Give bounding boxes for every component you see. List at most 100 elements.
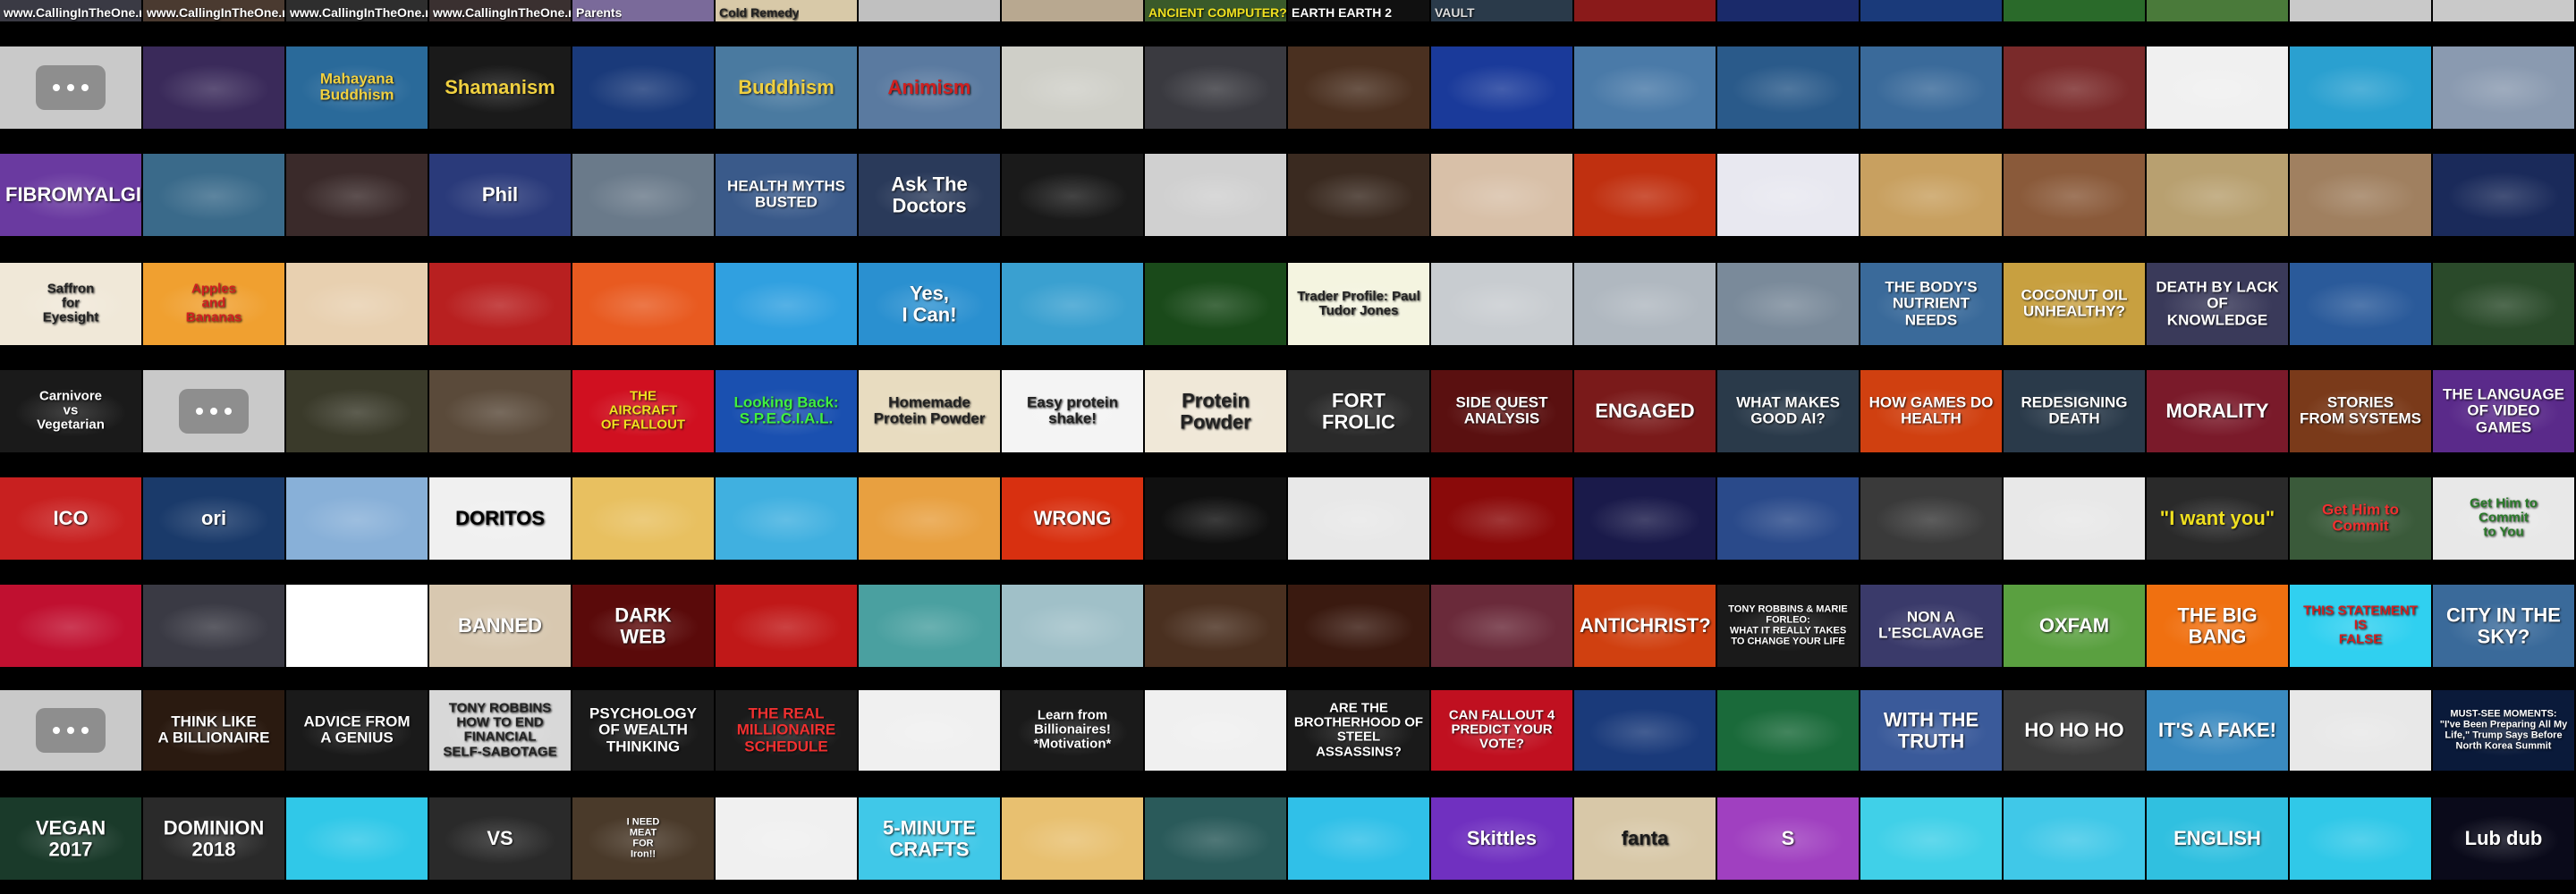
thumb-r0-c12[interactable] xyxy=(1717,0,1859,21)
history-of-life-thumb[interactable] xyxy=(2433,263,2574,345)
looking-back-special-thumb[interactable]: Looking Back: S.P.E.C.I.A.L. xyxy=(716,370,857,452)
callingintheone-thumb-3[interactable]: www.CallingInTheOne.net xyxy=(286,0,428,21)
cartoon-monster-thumb[interactable] xyxy=(572,263,714,345)
bodys-nutrient-needs-thumb[interactable]: THE BODY'S NUTRIENT NEEDS xyxy=(1860,263,2002,345)
frog-statue-thumb[interactable] xyxy=(859,585,1000,667)
lips-bite-thumb[interactable] xyxy=(2004,797,2145,880)
woman-smiling-thumb[interactable] xyxy=(859,477,1000,560)
elderly-woman-thumb[interactable] xyxy=(2433,46,2574,129)
shamanism-thumb[interactable]: Shamanism xyxy=(429,46,571,129)
skittles-thumb[interactable]: Skittles xyxy=(1431,797,1572,880)
i-need-meat-thumb[interactable]: I NEED MEAT FOR Iron!! xyxy=(572,797,714,880)
keeping-players-engaged-thumb[interactable]: ENGAGED xyxy=(1574,370,1716,452)
this-statement-is-false-thumb[interactable]: THIS STATEMENT IS FALSE xyxy=(2290,585,2431,667)
thumb-r0-c15[interactable] xyxy=(2147,0,2288,21)
must-see-moments-thumb[interactable]: MUST-SEE MOMENTS: "I've Been Preparing A… xyxy=(2433,690,2574,771)
stage-speaker-thumb[interactable] xyxy=(1574,477,1716,560)
woman-sitting-thumb[interactable] xyxy=(2290,154,2431,236)
body-scan-thumb[interactable] xyxy=(2290,46,2431,129)
fanta-thumb[interactable]: fanta xyxy=(1574,797,1716,880)
animism-thumb[interactable]: Animism xyxy=(859,46,1000,129)
fox-news-man-thumb[interactable] xyxy=(2433,154,2574,236)
saffron-eyesight-thumb[interactable]: Saffron for Eyesight xyxy=(0,263,141,345)
woman-interview-thumb[interactable] xyxy=(1145,46,1286,129)
national-geographic-thumb[interactable] xyxy=(2290,263,2431,345)
death-by-lack-thumb[interactable]: DEATH BY LACK OF KNOWLEDGE xyxy=(2147,263,2288,345)
can-fallout-4-predict-vote-thumb[interactable]: CAN FALLOUT 4 PREDICT YOUR VOTE? xyxy=(1431,690,1572,771)
cartoon-bird-thumb[interactable] xyxy=(716,263,857,345)
pixel-characters-thumb[interactable] xyxy=(286,477,428,560)
banned-thumb[interactable]: BANNED xyxy=(429,585,571,667)
ted-speaker-red-thumb[interactable] xyxy=(1431,477,1572,560)
golden-retriever-thumb[interactable] xyxy=(1860,154,2002,236)
language-of-video-games-thumb[interactable]: THE LANGUAGE OF VIDEO GAMES xyxy=(2433,370,2574,452)
learn-from-billionaires-thumb[interactable]: Learn from Billionaires! *Motivation* xyxy=(1002,690,1143,771)
yes-i-can-thumb[interactable]: Yes, I Can! xyxy=(859,263,1000,345)
starbucks-thumb[interactable] xyxy=(1717,690,1859,771)
its-a-fake-thumb[interactable]: IT'S A FAKE! xyxy=(2147,690,2288,771)
i-want-you-thumb[interactable]: "I want you" xyxy=(2147,477,2288,560)
with-the-truth-thumb[interactable]: WITH THE TRUTH xyxy=(1860,690,2002,771)
santa-thumb[interactable] xyxy=(2290,690,2431,771)
placeholder-thumb-1[interactable] xyxy=(0,46,141,129)
oreo-ice-cream-thumb[interactable] xyxy=(716,477,857,560)
woman-blue-stage-thumb[interactable] xyxy=(1717,477,1859,560)
cold-remedy-thumb[interactable]: Cold Remedy xyxy=(716,0,857,21)
stories-from-systems-thumb[interactable]: STORIES FROM SYSTEMS xyxy=(2290,370,2431,452)
callingintheone-thumb-4[interactable]: www.CallingInTheOne.net xyxy=(429,0,571,21)
lungs-thumb[interactable] xyxy=(1145,690,1286,771)
elderly-speaker-thumb[interactable] xyxy=(1145,154,1286,236)
interview-woman-thumb[interactable] xyxy=(143,154,284,236)
screaming-face-thumb[interactable] xyxy=(572,477,714,560)
horror-girl-thumb[interactable] xyxy=(1288,585,1429,667)
morality-thumb[interactable]: MORALITY xyxy=(2147,370,2288,452)
placeholder-thumb-3[interactable] xyxy=(0,690,141,771)
alien-dark-thumb[interactable] xyxy=(143,585,284,667)
doritos-thumb[interactable]: DORITOS xyxy=(429,477,571,560)
earth-thumb[interactable]: EARTH EARTH 2 xyxy=(1288,0,1429,21)
easy-protein-shake-thumb[interactable]: Easy protein shake! xyxy=(1002,370,1143,452)
think-like-billionaire-thumb[interactable]: THINK LIKE A BILLIONAIRE xyxy=(143,690,284,771)
apples-bananas-thumb[interactable]: Apples and Bananas xyxy=(143,263,284,345)
psychology-wealth-thinking-thumb[interactable]: PSYCHOLOGY OF WEALTH THINKING xyxy=(572,690,714,771)
child-smiling-thumb[interactable] xyxy=(429,370,571,452)
dominion-thumb[interactable]: DOMINION 2018 xyxy=(143,797,284,880)
khan-academy-lub-dub-thumb[interactable]: Lub dub xyxy=(2433,797,2574,880)
mahayana-buddhism-statue-thumb[interactable]: Buddhism xyxy=(716,46,857,129)
japan-flag-thumb[interactable] xyxy=(286,585,428,667)
blonde-woman-thumb[interactable] xyxy=(1145,477,1286,560)
nicole-sharper-thumb[interactable] xyxy=(1002,154,1143,236)
eye-closeup-thumb[interactable] xyxy=(1431,154,1572,236)
how-games-do-health-thumb[interactable]: HOW GAMES DO HEALTH xyxy=(1860,370,2002,452)
spider-thumb[interactable] xyxy=(1002,585,1143,667)
office-interview-thumb[interactable] xyxy=(1288,154,1429,236)
buddha-face-thumb[interactable] xyxy=(143,46,284,129)
ico-thumb[interactable]: ICO xyxy=(0,477,141,560)
side-quest-analysis-thumb[interactable]: SIDE QUEST ANALYSIS xyxy=(1431,370,1572,452)
tony-robbins-marie-forleo-thumb[interactable]: TONY ROBBINS & MARIE FORLEO: WHAT IT REA… xyxy=(1717,585,1859,667)
health-myths-busted-thumb[interactable]: HEALTH MYTHS BUSTED xyxy=(716,154,857,236)
cartoon-tiger-thumb[interactable] xyxy=(1002,263,1143,345)
thumb-r0-c16[interactable] xyxy=(2290,0,2431,21)
red-nails-thumb[interactable] xyxy=(716,797,857,880)
richard-branson-thumb[interactable] xyxy=(859,690,1000,771)
mummy-face-thumb[interactable] xyxy=(1145,585,1286,667)
trump-fox-news-thumb[interactable] xyxy=(572,46,714,129)
thumb-r0-c6[interactable] xyxy=(859,0,1000,21)
are-the-brotherhood-thumb[interactable]: ARE THE BROTHERHOOD OF STEEL ASSASSINS? xyxy=(1288,690,1429,771)
coconut-oil-thumb[interactable]: COCONUT OIL UNHEALTHY? xyxy=(2004,263,2145,345)
parents-thumb[interactable]: Parents xyxy=(572,0,714,21)
news-studio-thumb[interactable] xyxy=(572,154,714,236)
crowd-field-thumb[interactable] xyxy=(2147,154,2288,236)
purple-candy-thumb[interactable]: S xyxy=(1717,797,1859,880)
anime-girl-thumb[interactable] xyxy=(0,585,141,667)
trading-desk-thumb[interactable] xyxy=(1431,263,1572,345)
vegan-2017-thumb[interactable]: VEGAN 2017 xyxy=(0,797,141,880)
antichrist-thumb[interactable]: ANTICHRIST? xyxy=(1574,585,1716,667)
makeup-brush-thumb[interactable] xyxy=(2290,797,2431,880)
green-figure-thumb[interactable] xyxy=(1145,263,1286,345)
thumb-r0-c11[interactable] xyxy=(1574,0,1716,21)
talk-show-thumb[interactable] xyxy=(1574,46,1716,129)
english-book-thumb[interactable]: ENGLISH xyxy=(2147,797,2288,880)
oxfam-thumb[interactable]: OXFAM xyxy=(2004,585,2145,667)
